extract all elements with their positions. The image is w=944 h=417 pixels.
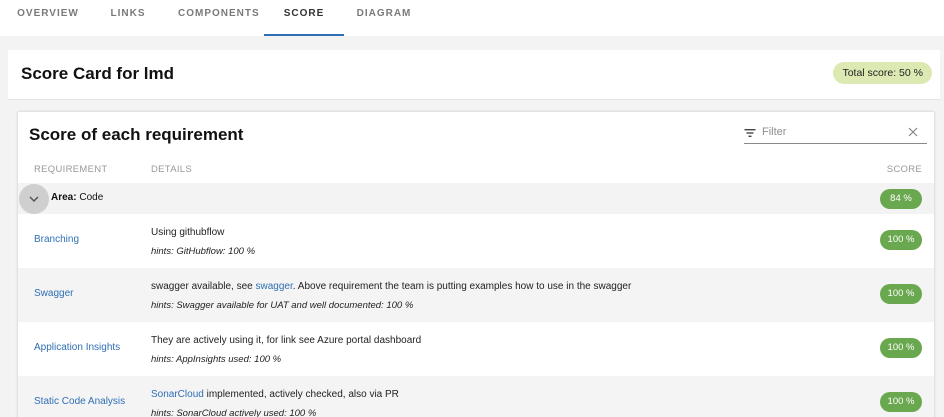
requirement-detail: swagger available, see swagger. Above re… bbox=[151, 281, 631, 292]
detail-text: . Above requirement the team is putting … bbox=[292, 281, 632, 292]
requirement-link-static-code-analysis[interactable]: Static Code Analysis bbox=[34, 396, 125, 407]
area-label-key: Area: bbox=[51, 192, 77, 203]
filter-icon bbox=[744, 129, 756, 137]
requirement-detail: Using githubflow bbox=[151, 227, 224, 238]
filter-input[interactable] bbox=[762, 124, 902, 140]
tab-components[interactable]: COMPONENTS bbox=[178, 0, 259, 36]
expand-toggle-button[interactable] bbox=[19, 184, 49, 214]
close-icon[interactable] bbox=[908, 127, 918, 137]
panel-title: Score of each requirement bbox=[29, 125, 244, 144]
filter-field[interactable] bbox=[744, 123, 927, 144]
requirement-detail: SonarCloud implemented, actively checked… bbox=[151, 389, 399, 400]
area-label-value: Code bbox=[79, 192, 104, 203]
score-badge: 100 % bbox=[880, 392, 922, 412]
column-header-score: SCORE bbox=[886, 164, 922, 175]
chevron-down-icon bbox=[29, 196, 39, 203]
requirement-hint: hints: GitHubflow: 100 % bbox=[151, 246, 256, 257]
requirement-link-swagger[interactable]: Swagger bbox=[34, 288, 73, 299]
column-header-requirement: REQUIREMENT bbox=[34, 164, 108, 175]
column-header-details: DETAILS bbox=[151, 164, 192, 175]
score-badge: 100 % bbox=[880, 284, 922, 304]
requirement-link-application-insights[interactable]: Application Insights bbox=[34, 342, 120, 353]
tab-score[interactable]: SCORE bbox=[264, 0, 344, 36]
table-row: Swagger swagger available, see swagger. … bbox=[18, 268, 934, 322]
detail-text: swagger available, see bbox=[151, 281, 256, 292]
requirements-panel: Score of each requirement REQUIREMENT DE… bbox=[18, 112, 934, 417]
requirement-detail: They are actively using it, for link see… bbox=[151, 335, 421, 346]
requirement-hint: hints: AppInsights used: 100 % bbox=[151, 354, 282, 365]
tab-diagram[interactable]: DIAGRAM bbox=[354, 0, 414, 36]
area-label: Area: Code bbox=[51, 192, 103, 203]
sonarcloud-link[interactable]: SonarCloud bbox=[151, 389, 204, 400]
requirement-link-branching[interactable]: Branching bbox=[34, 234, 79, 245]
table-row: Branching Using githubflow hints: GitHub… bbox=[18, 214, 934, 268]
page-title: Score Card for lmd bbox=[21, 64, 175, 83]
table-row: Static Code Analysis SonarCloud implemen… bbox=[18, 376, 934, 417]
requirement-hint: hints: Swagger available for UAT and wel… bbox=[151, 300, 414, 311]
requirement-hint: hints: SonarCloud actively used: 100 % bbox=[151, 408, 317, 417]
detail-text: Using githubflow bbox=[151, 227, 225, 238]
area-group-row: Area: Code 84 % bbox=[18, 183, 934, 214]
score-badge: 100 % bbox=[880, 338, 922, 358]
scorecard-header: Score Card for lmd Total score: 50 % bbox=[8, 50, 940, 100]
tab-links[interactable]: LINKS bbox=[106, 0, 150, 36]
total-score-badge: Total score: 50 % bbox=[833, 62, 932, 84]
table-row: Application Insights They are actively u… bbox=[18, 322, 934, 376]
tab-overview[interactable]: OVERVIEW bbox=[16, 0, 80, 36]
detail-text: implemented, actively checked, also via … bbox=[203, 389, 399, 400]
area-score-badge: 84 % bbox=[880, 189, 922, 209]
detail-text: They are actively using it, for link see… bbox=[151, 335, 422, 346]
tab-bar: OVERVIEW LINKS COMPONENTS SCORE DIAGRAM bbox=[0, 0, 944, 36]
score-badge: 100 % bbox=[880, 230, 922, 250]
swagger-link[interactable]: swagger bbox=[256, 281, 293, 292]
